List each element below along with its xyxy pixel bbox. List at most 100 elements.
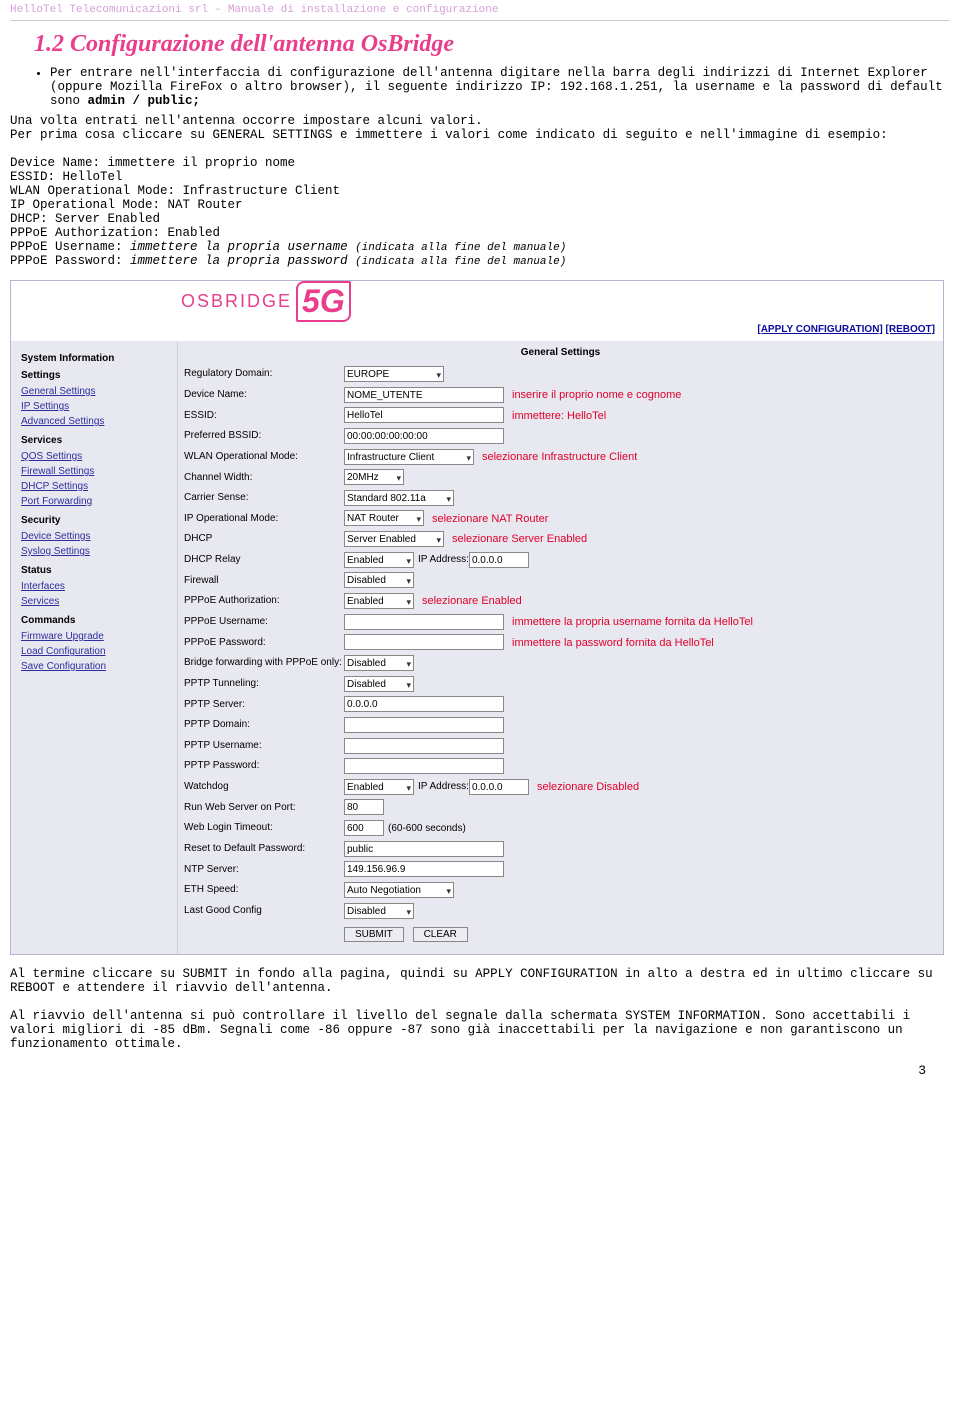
form-row: PPPoE Password:immettere la password for… (184, 632, 937, 653)
sidebar-item-general-settings[interactable]: General Settings (21, 384, 171, 399)
form-row: Carrier Sense:Standard 802.11a (184, 488, 937, 509)
clear-button[interactable]: CLEAR (413, 927, 468, 942)
commands-heading: Commands (21, 615, 171, 626)
ip-address-label: IP Address: (418, 552, 469, 568)
system-information-heading[interactable]: System Information (21, 353, 171, 364)
form-row: FirewallDisabled (184, 570, 937, 591)
sidebar-item-firmware-upgrade[interactable]: Firmware Upgrade (21, 629, 171, 644)
field-label: PPTP Domain: (184, 717, 344, 733)
intro-bullet: Per entrare nell'interfaccia di configur… (50, 66, 950, 108)
select-input[interactable]: Disabled (344, 655, 414, 671)
select-input[interactable]: Enabled (344, 779, 414, 795)
field-label: Carrier Sense: (184, 490, 344, 506)
field-label: PPTP Server: (184, 697, 344, 713)
select-input[interactable]: Disabled (344, 903, 414, 919)
form-row: PPTP Domain: (184, 715, 937, 736)
text-input[interactable] (344, 634, 504, 650)
cfg-pppoe-auth: PPPoE Authorization: Enabled (10, 226, 950, 240)
text-input[interactable]: 600 (344, 820, 384, 836)
text-input[interactable]: 149.156.96.9 (344, 861, 504, 877)
form-row: Bridge forwarding with PPPoE only:Disabl… (184, 653, 937, 674)
form-row: PPPoE Authorization:Enabled selezionare E… (184, 591, 937, 612)
sidebar-item-syslog-settings[interactable]: Syslog Settings (21, 544, 171, 559)
field-label: PPTP Password: (184, 758, 344, 774)
sidebar-item-advanced-settings[interactable]: Advanced Settings (21, 414, 171, 429)
field-label: PPPoE Authorization: (184, 593, 344, 609)
text-input[interactable]: 80 (344, 799, 384, 815)
sidebar-item-firewall[interactable]: Firewall Settings (21, 464, 171, 479)
sidebar-item-port-forwarding[interactable]: Port Forwarding (21, 494, 171, 509)
form-row: Device Name:NOME_UTENTE inserire il propr… (184, 385, 937, 406)
form-row: Web Login Timeout:600 (60-600 seconds) (184, 818, 937, 839)
sidebar-item-qos[interactable]: QOS Settings (21, 449, 171, 464)
annotation: inserire il proprio nome e cognome (512, 387, 681, 403)
osbridge-app: OSBRIDGE5G [APPLY CONFIGURATION] [REBOOT… (10, 280, 944, 955)
submit-button[interactable]: SUBMIT (344, 927, 404, 942)
text-input[interactable] (344, 738, 504, 754)
annotation: selezionare Enabled (422, 593, 522, 609)
form-row: Regulatory Domain:EUROPE (184, 364, 937, 385)
section-title: 1.2 Configurazione dell'antenna OsBridge (34, 31, 950, 58)
select-input[interactable]: EUROPE (344, 366, 444, 382)
logo-text: OSBRIDGE (181, 291, 292, 312)
field-hint: (60-600 seconds) (388, 821, 466, 837)
form-row: Run Web Server on Port:80 (184, 797, 937, 818)
text-input[interactable]: 0.0.0.0 (469, 779, 529, 795)
annotation: selezionare Infrastructure Client (482, 449, 637, 465)
form-row: WatchdogEnabled IP Address: 0.0.0.0 selez… (184, 777, 937, 798)
form-row: PPTP Password: (184, 756, 937, 777)
sidebar-item-interfaces[interactable]: Interfaces (21, 579, 171, 594)
text-input[interactable]: NOME_UTENTE (344, 387, 504, 403)
annotation: immettere la propria username fornita da… (512, 614, 753, 630)
reboot-link[interactable]: [REBOOT] (886, 324, 935, 335)
select-input[interactable]: Standard 802.11a (344, 490, 454, 506)
field-label: Run Web Server on Port: (184, 800, 344, 816)
field-label: Device Name: (184, 387, 344, 403)
text-input[interactable] (344, 717, 504, 733)
text-input[interactable] (344, 614, 504, 630)
field-label: NTP Server: (184, 862, 344, 878)
field-label: PPPoE Username: (184, 614, 344, 630)
sidebar-item-device-settings[interactable]: Device Settings (21, 529, 171, 544)
sidebar-item-load-configuration[interactable]: Load Configuration (21, 644, 171, 659)
sidebar-item-services[interactable]: Services (21, 594, 171, 609)
select-input[interactable]: Enabled (344, 552, 414, 568)
status-heading: Status (21, 565, 171, 576)
para-2: Per prima cosa cliccare su GENERAL SETTI… (10, 128, 950, 142)
ip-address-label: IP Address: (418, 779, 469, 795)
field-label: Reset to Default Password: (184, 841, 344, 857)
field-label: Regulatory Domain: (184, 366, 344, 382)
text-input[interactable]: HelloTel (344, 407, 504, 423)
text-input[interactable]: 0.0.0.0 (469, 552, 529, 568)
annotation: selezionare Disabled (537, 779, 639, 795)
text-input[interactable]: public (344, 841, 504, 857)
apply-configuration-link[interactable]: [APPLY CONFIGURATION] (757, 324, 882, 335)
select-input[interactable]: 20MHz (344, 469, 404, 485)
sidebar: System Information Settings General Sett… (11, 341, 178, 954)
settings-heading: Settings (21, 370, 171, 381)
sidebar-item-save-configuration[interactable]: Save Configuration (21, 659, 171, 674)
select-input[interactable]: Disabled (344, 676, 414, 692)
select-input[interactable]: Server Enabled (344, 531, 444, 547)
form-row: DHCPServer Enabledselezionare Server Ena… (184, 529, 937, 550)
field-label: ETH Speed: (184, 882, 344, 898)
field-label: PPTP Tunneling: (184, 676, 344, 692)
field-label: Channel Width: (184, 470, 344, 486)
field-label: PPPoE Password: (184, 635, 344, 651)
text-input[interactable]: 00:00:00:00:00:00 (344, 428, 504, 444)
para-1: Una volta entrati nell'antenna occorre i… (10, 114, 950, 128)
select-input[interactable]: Auto Negotiation (344, 882, 454, 898)
form-row: Last Good ConfigDisabled (184, 901, 937, 922)
field-label: DHCP (184, 531, 344, 547)
field-label: Watchdog (184, 779, 344, 795)
sidebar-item-ip-settings[interactable]: IP Settings (21, 399, 171, 414)
sidebar-item-dhcp[interactable]: DHCP Settings (21, 479, 171, 494)
select-input[interactable]: Disabled (344, 572, 414, 588)
text-input[interactable]: 0.0.0.0 (344, 696, 504, 712)
select-input[interactable]: NAT Router (344, 510, 424, 526)
cfg-pppoe-pw: PPPoE Password: immettere la propria pas… (10, 254, 950, 268)
select-input[interactable]: Enabled (344, 593, 414, 609)
text-input[interactable] (344, 758, 504, 774)
select-input[interactable]: Infrastructure Client (344, 449, 474, 465)
field-label: IP Operational Mode: (184, 511, 344, 527)
